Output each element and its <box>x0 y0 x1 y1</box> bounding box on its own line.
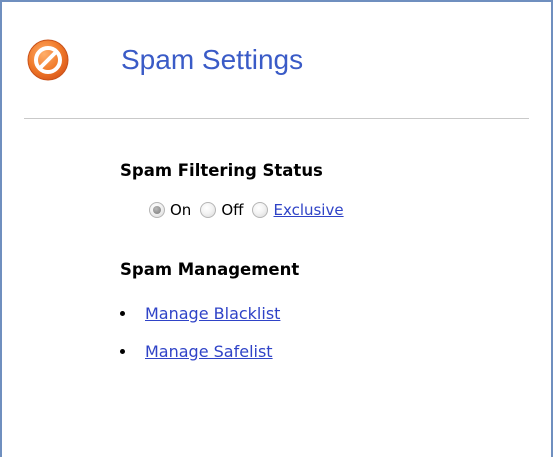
bullet-icon <box>120 348 125 354</box>
page-title: Spam Settings <box>121 44 304 75</box>
manage-blacklist-link[interactable]: Manage Blacklist <box>145 304 280 323</box>
spam-filtering-radio-group: On Off Exclusive <box>149 201 344 219</box>
prohibited-icon <box>27 39 69 81</box>
radio-exclusive[interactable] <box>252 202 269 218</box>
radio-off[interactable] <box>200 202 217 218</box>
radio-on[interactable] <box>149 202 165 218</box>
exclusive-link[interactable]: Exclusive <box>273 201 343 219</box>
spam-settings-panel: Spam Settings Spam Filtering Status On O… <box>0 0 553 457</box>
bullet-icon <box>120 310 125 316</box>
spam-filtering-status-heading: Spam Filtering Status <box>120 161 323 180</box>
manage-safelist-link[interactable]: Manage Safelist <box>145 342 273 361</box>
spam-management-heading: Spam Management <box>120 260 300 279</box>
radio-selected-dot <box>153 206 161 214</box>
radio-off-label[interactable]: Off <box>221 201 243 219</box>
header-divider <box>24 118 529 119</box>
list-item: Manage Blacklist <box>120 303 280 323</box>
radio-on-label[interactable]: On <box>170 201 191 219</box>
spam-management-links: Manage Blacklist Manage Safelist <box>120 303 280 379</box>
list-item: Manage Safelist <box>120 341 280 361</box>
